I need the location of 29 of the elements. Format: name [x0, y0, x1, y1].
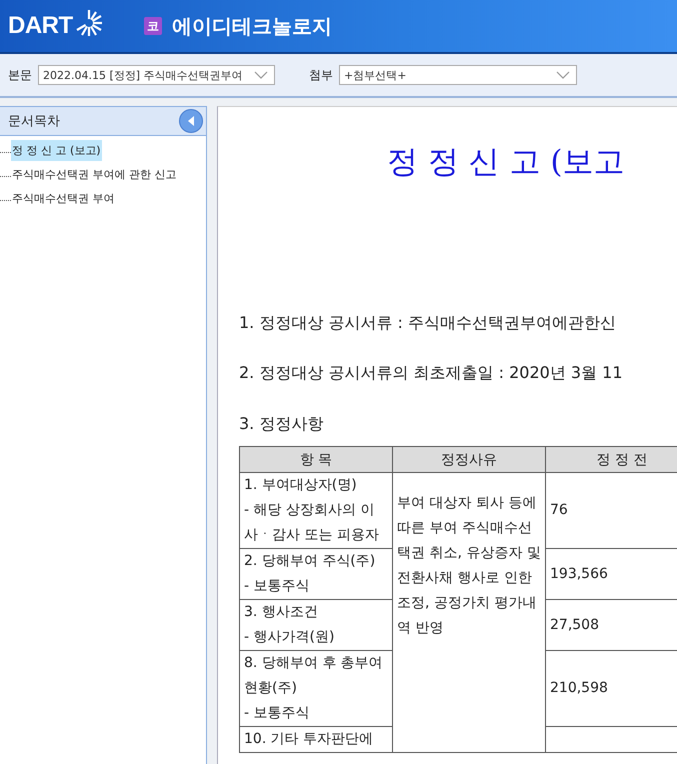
sidebar-title: 문서목차	[8, 113, 60, 130]
company-name: 에이디테크놀로지	[172, 12, 332, 40]
toc-item[interactable]: 주식매수선택권 부여	[11, 188, 116, 208]
table-cell: 1. 부여대상자(명) - 해당 상장회사의 이사ㆍ감사 또는 피용자	[240, 472, 392, 548]
document-select[interactable]: 2022.04.15 [정정] 주식매수선택권부여	[38, 65, 275, 85]
toc-item[interactable]: 주식매수선택권 부여에 관한 신고	[11, 164, 178, 184]
left-triangle-icon	[188, 116, 194, 126]
table-cell: 8. 당해부여 후 총부여현황(주) - 보통주식	[240, 650, 392, 726]
table-cell: 10. 기타 투자판단에	[240, 726, 392, 752]
paragraph-text: 2. 정정대상 공시서류의 최초제출일 : 2020년 3월 11	[239, 362, 624, 384]
chevron-down-icon	[556, 71, 570, 79]
market-badge: 코	[144, 17, 162, 35]
toc-item[interactable]: 정 정 신 고 (보고)	[11, 140, 102, 160]
column-header: 정정사유	[392, 446, 546, 472]
table-cell: 3. 행사조건 - 행사가격(원)	[240, 600, 392, 650]
paragraph-text: 1. 정정대상 공시서류 : 주식매수선택권부여에관한신	[239, 312, 617, 334]
table-cell: 2. 당해부여 주식(주) - 보통주식	[240, 548, 392, 600]
main-label: 본문	[8, 66, 32, 84]
column-header: 항 목	[240, 446, 392, 472]
collapse-button[interactable]	[179, 109, 203, 133]
document-title: 정 정 신 고 (보고	[387, 143, 626, 182]
paragraph-text: 3. 정정사항	[239, 412, 324, 434]
table-cell: 부여 대상자 퇴사 등에 따른 부여 주식매수선택권 취소, 유상증자 및 전환사채 행사로 인한 조정, 공정가치 평가내역 반영	[392, 472, 546, 752]
sunburst-logo-icon	[74, 8, 104, 38]
attachment-select[interactable]: +첨부선택+	[339, 65, 577, 85]
column-header: 정 정 전	[546, 446, 677, 472]
logo-text[interactable]: DART	[8, 12, 73, 40]
attachment-label: 첨부	[309, 66, 333, 84]
chevron-down-icon	[254, 71, 268, 79]
